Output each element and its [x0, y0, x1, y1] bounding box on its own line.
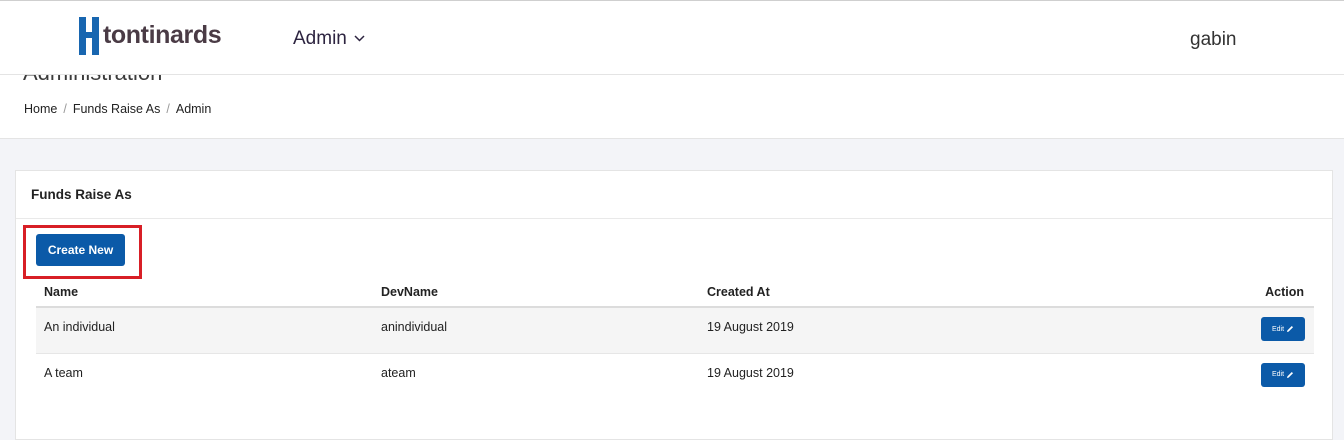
breadcrumb-admin: Admin — [175, 102, 212, 116]
breadcrumb-separator: / — [166, 102, 170, 116]
breadcrumb-home[interactable]: Home — [24, 102, 57, 116]
logo-h-icon — [79, 17, 99, 55]
admin-menu-dropdown[interactable]: Admin — [293, 29, 365, 48]
column-header-action: Action — [1073, 277, 1314, 308]
pencil-icon — [1287, 326, 1294, 332]
edit-button[interactable]: Edit — [1261, 362, 1305, 387]
cell-name: A team — [36, 353, 373, 399]
column-header-name: Name — [36, 277, 373, 308]
edit-button-label: Edit — [1271, 371, 1285, 378]
table-header-row: Name DevName Created At Action — [36, 277, 1314, 308]
funds-raise-as-table: Name DevName Created At Action An indivi… — [36, 277, 1314, 399]
top-navbar: tontinards Admin gabin — [0, 1, 1344, 75]
column-header-created-at: Created At — [699, 277, 1074, 308]
card-title: Funds Raise As — [31, 187, 132, 202]
column-header-devname: DevName — [373, 277, 699, 308]
cell-action: Edit — [1073, 353, 1314, 399]
logo[interactable]: tontinards — [78, 16, 222, 56]
cell-devname: ateam — [373, 353, 699, 399]
funds-raise-as-card: Funds Raise As Create New Name DevName C… — [15, 170, 1333, 440]
cell-name: An individual — [36, 307, 373, 354]
page-title: Administration — [23, 75, 162, 84]
admin-menu-label: Admin — [293, 28, 347, 49]
cell-action: Edit — [1073, 307, 1314, 354]
page: tontinards Admin gabin Administration Ho… — [0, 0, 1344, 440]
edit-button[interactable]: Edit — [1261, 317, 1305, 341]
edit-button-label: Edit — [1271, 325, 1285, 333]
create-new-button[interactable]: Create New — [36, 234, 125, 266]
table-row: A team ateam 19 August 2019 Edit — [36, 353, 1314, 399]
table-row: An individual anindividual 19 August 201… — [36, 307, 1314, 354]
cell-created-at: 19 August 2019 — [699, 307, 1074, 354]
cell-devname: anindividual — [373, 307, 699, 354]
breadcrumb-separator: / — [63, 102, 67, 116]
user-menu[interactable]: gabin — [1190, 30, 1237, 49]
card-header: Funds Raise As — [16, 171, 1332, 219]
logo-text: tontinards — [103, 20, 222, 49]
page-header: Administration Home / Funds Raise As / A… — [0, 75, 1344, 139]
cell-created-at: 19 August 2019 — [699, 353, 1074, 399]
pencil-icon — [1287, 371, 1294, 378]
breadcrumb-funds-raise-as[interactable]: Funds Raise As — [73, 102, 161, 116]
chevron-down-icon — [354, 35, 365, 42]
breadcrumb: Home / Funds Raise As / Admin — [24, 102, 211, 116]
